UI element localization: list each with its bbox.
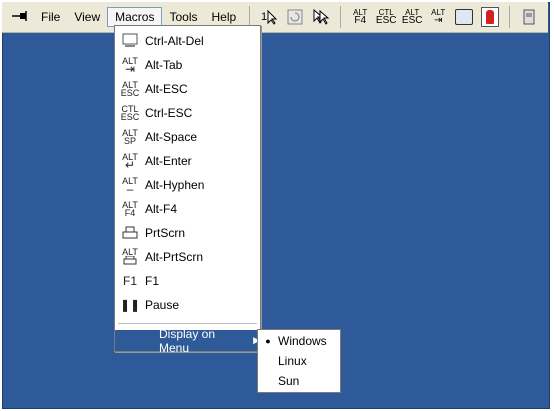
submenu-label: Sun [278, 374, 300, 388]
menu-tools[interactable]: Tools [162, 7, 204, 27]
sp-text: SP [123, 136, 136, 146]
alt-esc-icon: ALT ESC [115, 81, 145, 98]
menu-macros[interactable]: Macros [107, 7, 163, 27]
esc-text: ESC [120, 112, 140, 122]
submenu-label: Linux [278, 354, 307, 368]
submenu-sun[interactable]: Sun [258, 371, 340, 391]
macro-ctrl-alt-del[interactable]: Ctrl-Alt-Del [115, 29, 260, 53]
selected-bullet-icon: ● [265, 336, 271, 346]
video-settings-icon[interactable] [453, 6, 475, 28]
pause-icon: ❚❚ [119, 297, 141, 312]
macro-pause[interactable]: ❚❚ Pause [115, 293, 260, 317]
macro-label: PrtScrn [145, 226, 186, 240]
macro-label: Alt-PrtScrn [145, 250, 204, 264]
macro-label: Ctrl-Alt-Del [145, 34, 204, 48]
audio-icon[interactable] [479, 6, 501, 28]
submenu-windows[interactable]: ● Windows [258, 331, 340, 351]
macro-label: Ctrl-ESC [145, 106, 193, 120]
macro-ctrl-esc[interactable]: CTL ESC Ctrl-ESC [115, 101, 260, 125]
macro-label: Alt-Space [145, 130, 198, 144]
alt-printer-icon: ALT [115, 248, 145, 266]
alt-esc-macro-icon[interactable]: ALT ESC [401, 6, 423, 28]
macro-label: Alt-ESC [145, 82, 188, 96]
macro-alt-enter[interactable]: ALT ↵ Alt-Enter [115, 149, 260, 173]
macro-label: F1 [145, 274, 160, 288]
menu-separator [118, 323, 257, 324]
alt-f4-macro-icon[interactable]: ALT F4 [349, 6, 371, 28]
macro-label: Alt-Hyphen [145, 178, 205, 192]
alt-space-icon: ALT SP [115, 129, 145, 146]
macro-alt-f4[interactable]: ALT F4 Alt-F4 [115, 197, 260, 221]
monitor-icon [115, 33, 145, 49]
ctl-esc-macro-icon[interactable]: CTL ESC [375, 6, 397, 28]
display-on-menu-item[interactable]: Display on Menu ▶ [115, 327, 260, 355]
pin-icon[interactable] [8, 10, 34, 25]
macro-label: Alt-Tab [145, 58, 183, 72]
menu-file[interactable]: File [34, 7, 67, 27]
alt-f4-icon: ALT F4 [115, 201, 145, 218]
macro-f1[interactable]: F1 F1 [115, 269, 260, 293]
esc-text: ESC [120, 88, 140, 98]
alt-enter-icon: ALT ↵ [122, 151, 138, 172]
alt-tab-macro-icon[interactable]: ALT ⇥ [427, 6, 449, 28]
esc-text: ESC [375, 15, 397, 26]
alt-hyphen-icon: ALT ‒ [122, 175, 138, 196]
f1-icon: F1 [115, 273, 145, 288]
f4-text: F4 [124, 208, 136, 218]
menu-view[interactable]: View [67, 7, 107, 27]
macro-alt-esc[interactable]: ALT ESC Alt-ESC [115, 77, 260, 101]
macro-label: Alt-Enter [145, 154, 192, 168]
dual-cursor-icon[interactable] [310, 6, 332, 28]
smart-card-icon[interactable] [518, 6, 540, 28]
submenu-label: Windows [278, 334, 327, 348]
ctl-esc-icon: CTL ESC [115, 105, 145, 122]
menubar: File View Macros Tools Help 1 ALT F4 CTL E… [2, 2, 548, 33]
macro-label: Pause [145, 298, 180, 312]
macro-alt-prtscrn[interactable]: ALT Alt-PrtScrn [115, 245, 260, 269]
submenu-linux[interactable]: Linux [258, 351, 340, 371]
menu-help[interactable]: Help [205, 7, 244, 27]
macro-prtscrn[interactable]: PrtScrn [115, 221, 260, 245]
macros-dropdown: Ctrl-Alt-Del ALT ⇥ Alt-Tab ALT ESC Alt-ESC… [114, 25, 261, 355]
printer-icon [115, 226, 145, 241]
macro-alt-space[interactable]: ALT SP Alt-Space [115, 125, 260, 149]
f4-text: F4 [354, 15, 367, 26]
display-submenu: ● Windows Linux Sun [257, 329, 341, 393]
macro-alt-hyphen[interactable]: ALT ‒ Alt-Hyphen [115, 173, 260, 197]
toolbar-separator [340, 6, 342, 28]
macro-label: Alt-F4 [145, 202, 178, 216]
single-cursor-icon[interactable]: 1 [258, 6, 280, 28]
toolbar-separator [509, 6, 511, 28]
refresh-icon[interactable] [284, 6, 306, 28]
macro-alt-tab[interactable]: ALT ⇥ Alt-Tab [115, 53, 260, 77]
svg-text:1: 1 [261, 11, 267, 23]
esc-text: ESC [401, 15, 423, 26]
f1-text: F1 [122, 273, 137, 288]
alt-tab-icon: ALT ⇥ [122, 55, 138, 76]
display-on-menu-label: Display on Menu [159, 326, 216, 355]
